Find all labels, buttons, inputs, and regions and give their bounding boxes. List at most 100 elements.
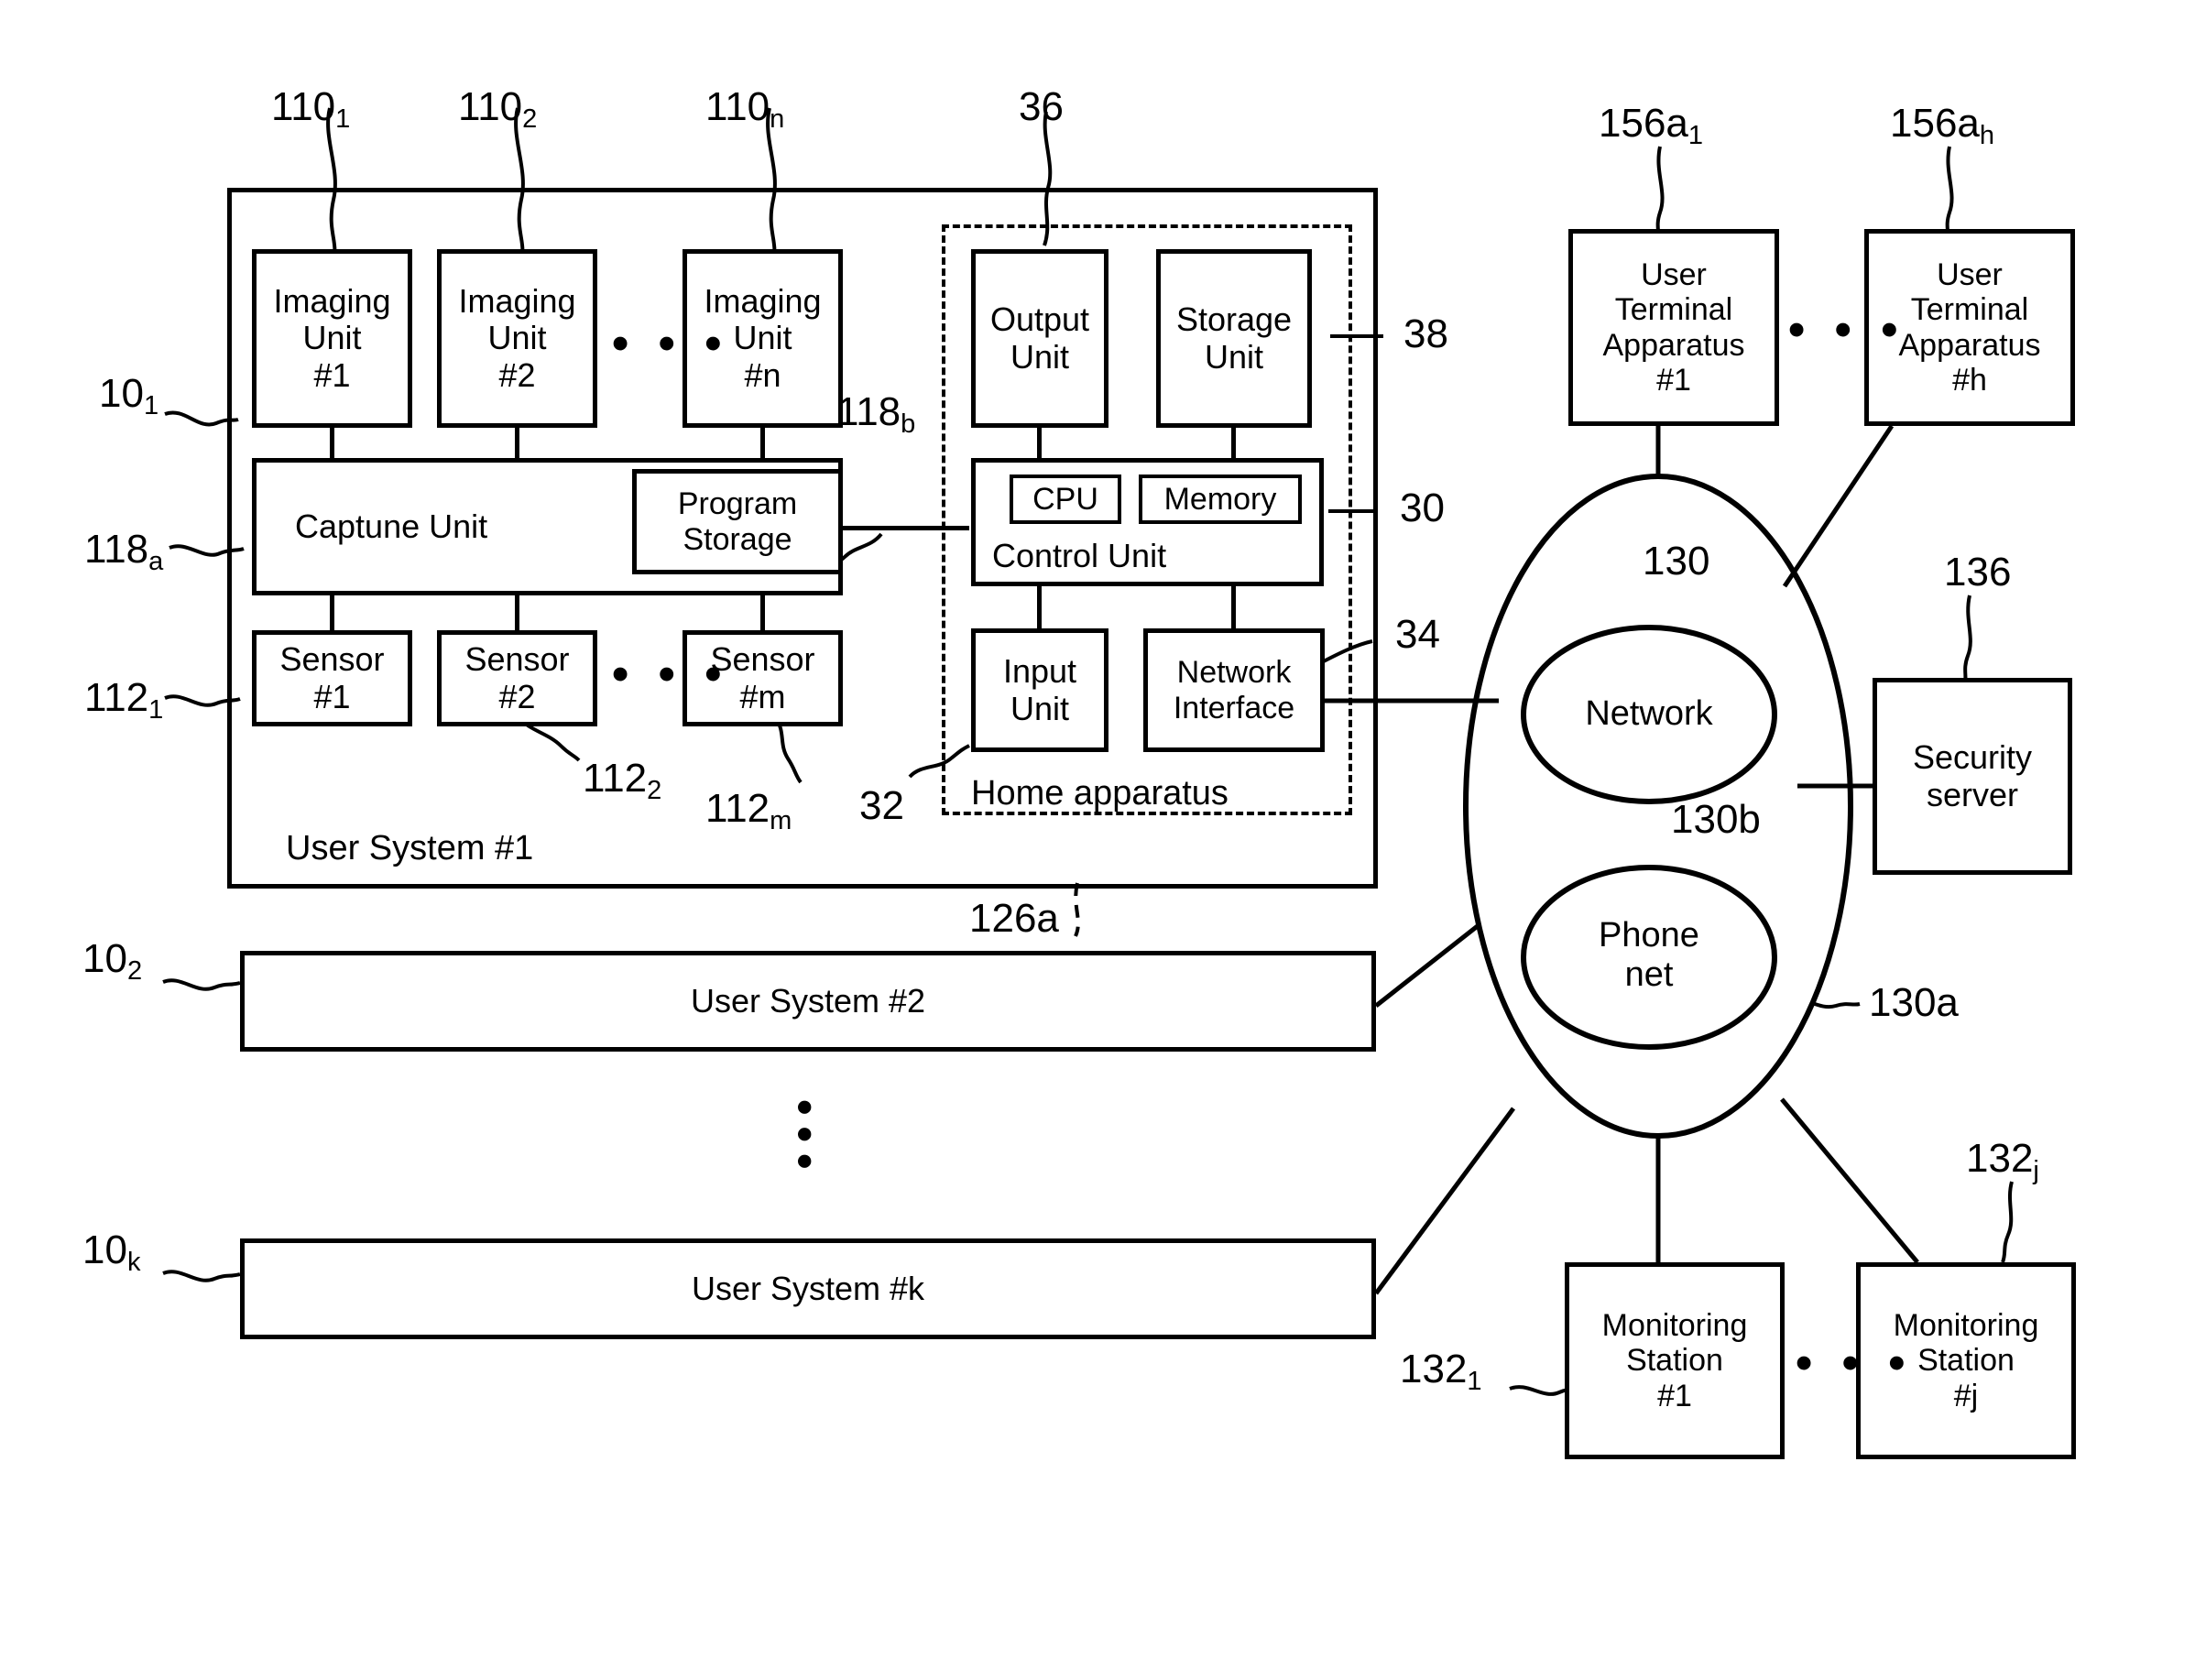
ref-110-n: 110n: [705, 84, 785, 135]
monitoring-stations-ellipsis: • • •: [1796, 1336, 1914, 1390]
user-system-1-caption: User System #1: [286, 829, 534, 867]
home-apparatus-caption: Home apparatus: [971, 774, 1229, 813]
ref-118b: 118b: [836, 389, 916, 440]
ref-110-2: 1102: [458, 84, 538, 135]
sensor-1[interactable]: Sensor #1: [252, 630, 412, 726]
connector-control-netif: [1231, 584, 1236, 628]
connector-imagingn-capture: [760, 428, 765, 458]
connector-imaging2-capture: [515, 428, 519, 458]
output-unit-line1: Output: [989, 300, 1090, 339]
user-terminal-h-line2: Terminal: [1910, 292, 2029, 328]
imaging-unit-1-line1: Imaging: [273, 282, 391, 321]
monitoring-station-1[interactable]: Monitoring Station #1: [1565, 1262, 1785, 1459]
output-unit[interactable]: Output Unit: [971, 249, 1108, 428]
ref-130a: 130a: [1869, 980, 1959, 1025]
storage-unit-line2: Unit: [1204, 337, 1264, 376]
monitoring-station-1-line1: Monitoring: [1601, 1308, 1748, 1344]
user-terminal-1-line1: User: [1641, 257, 1707, 293]
ref-10-1: 101: [99, 371, 159, 421]
user-system-k[interactable]: User System #k: [240, 1238, 1376, 1339]
ref-36: 36: [1019, 84, 1064, 129]
input-unit-line2: Unit: [1010, 689, 1069, 727]
ref-112-2: 1122: [583, 756, 662, 806]
output-unit-line2: Unit: [1010, 337, 1069, 376]
connector-capture-sensorm: [760, 594, 765, 630]
user-terminal-1-line3: Apparatus: [1602, 327, 1745, 363]
ref-132-j: 132j: [1966, 1136, 2039, 1186]
sensor-2-line2: #2: [498, 677, 536, 715]
ref-130b: 130b: [1671, 797, 1761, 842]
network-interface[interactable]: Network Interface: [1143, 628, 1325, 752]
input-unit[interactable]: Input Unit: [971, 628, 1108, 752]
ref-30: 30: [1400, 485, 1445, 530]
imaging-unit-n-line2: Unit: [733, 319, 792, 357]
sensor-2[interactable]: Sensor #2: [437, 630, 597, 726]
user-system-2[interactable]: User System #2: [240, 951, 1376, 1052]
connector-capture-control: [841, 526, 969, 530]
imaging-unit-n-line3: #n: [744, 355, 781, 394]
user-terminal-1-line2: Terminal: [1614, 292, 1733, 328]
sensor-1-line2: #1: [313, 677, 351, 715]
user-terminal-h-line1: User: [1937, 257, 2003, 293]
ref-34: 34: [1395, 612, 1440, 657]
user-system-2-label: User System #2: [690, 981, 926, 1020]
ref-10-k: 10k: [82, 1227, 141, 1278]
ref-38: 38: [1403, 311, 1448, 356]
network-oval-label: Network: [1585, 694, 1713, 733]
ref-130: 130: [1643, 539, 1710, 584]
monitoring-station-1-line2: Station: [1626, 1343, 1723, 1379]
connector-imaging1-capture: [330, 428, 334, 458]
imaging-unit-1-line2: Unit: [302, 319, 362, 357]
imaging-units-ellipsis: • • •: [612, 317, 730, 370]
capture-unit-label: Captune Unit: [295, 507, 488, 545]
ref-112-m: 112m: [705, 786, 792, 836]
ref-32: 32: [859, 783, 904, 828]
ref-126a: 126a: [969, 896, 1059, 941]
sensor-1-line1: Sensor: [279, 640, 385, 679]
imaging-unit-2-line3: #2: [498, 355, 536, 394]
control-unit-label: Control Unit: [992, 536, 1167, 574]
phone-net-oval-label: Phone net: [1548, 916, 1750, 994]
ref-10-2: 102: [82, 936, 143, 987]
network-interface-line2: Interface: [1173, 690, 1295, 725]
ref-156a-h: 156ah: [1890, 101, 1995, 151]
ref-132-1: 1321: [1400, 1347, 1482, 1397]
user-system-k-label: User System #k: [691, 1269, 925, 1307]
phone-net-line1: Phone: [1599, 916, 1699, 955]
connector-control-input: [1037, 584, 1042, 628]
imaging-unit-1[interactable]: Imaging Unit #1: [252, 249, 412, 428]
program-storage-line2: Storage: [683, 521, 792, 557]
security-server-line1: Security: [1912, 738, 2033, 777]
imaging-unit-2[interactable]: Imaging Unit #2: [437, 249, 597, 428]
imaging-unit-1-line3: #1: [313, 355, 351, 394]
cpu-label: CPU: [1032, 481, 1098, 517]
imaging-unit-n-line1: Imaging: [704, 282, 822, 321]
ref-118a: 118a: [84, 527, 164, 577]
imaging-unit-2-line2: Unit: [487, 319, 547, 357]
user-systems-vertical-ellipsis: •••: [779, 1099, 831, 1181]
user-terminal-h-line3: Apparatus: [1898, 327, 2041, 363]
monitoring-station-1-line3: #1: [1657, 1378, 1692, 1413]
security-server[interactable]: Security server: [1873, 678, 2072, 875]
cpu-box[interactable]: CPU: [1010, 475, 1121, 524]
patent-figure: User System #1 101 Imaging Unit #1 1101 …: [0, 0, 2206, 1680]
monitoring-station-j-line1: Monitoring: [1893, 1308, 2039, 1344]
monitoring-station-j-line3: #j: [1953, 1378, 1979, 1413]
user-terminal-h-line4: #h: [1952, 362, 1987, 398]
connector-output-control: [1037, 428, 1042, 458]
program-storage[interactable]: Program Storage: [632, 469, 843, 574]
network-interface-line1: Network: [1176, 655, 1292, 691]
connector-capture-sensor1: [330, 594, 334, 630]
memory-label: Memory: [1163, 481, 1277, 517]
storage-unit-line1: Storage: [1175, 300, 1293, 339]
storage-unit[interactable]: Storage Unit: [1156, 249, 1312, 428]
connector-capture-sensor2: [515, 594, 519, 630]
security-server-line2: server: [1926, 775, 2018, 813]
user-terminal-apparatus-1[interactable]: User Terminal Apparatus #1: [1568, 229, 1779, 426]
connector-storage-control: [1231, 428, 1236, 458]
sensor-2-line1: Sensor: [464, 640, 570, 679]
phone-net-line2: net: [1624, 955, 1674, 994]
memory-box[interactable]: Memory: [1139, 475, 1302, 524]
ref-112-1: 1121: [84, 675, 164, 725]
ref-110-1: 1101: [271, 84, 351, 135]
